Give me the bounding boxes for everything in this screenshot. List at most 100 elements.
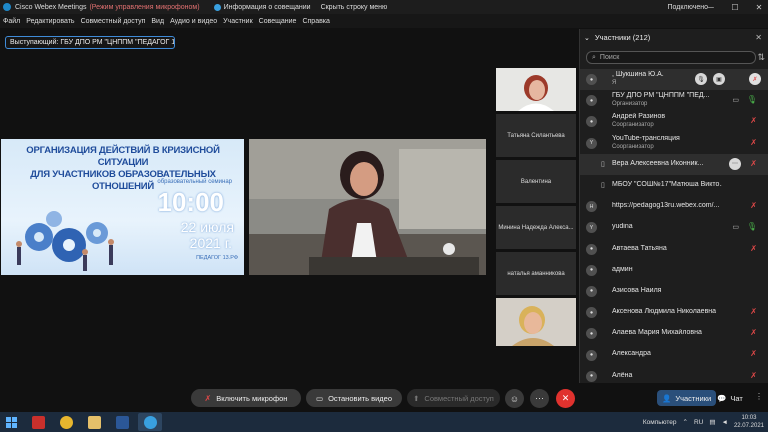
participants-tab-button[interactable]: 👤 Участники bbox=[657, 390, 717, 406]
participant-row[interactable]: ● админ bbox=[580, 260, 768, 281]
participant-row[interactable]: ● , Шукшина Ю.А. Я 🎙 ▣ ✗ bbox=[580, 69, 768, 91]
start-button[interactable] bbox=[0, 413, 22, 431]
taskbar-explorer[interactable] bbox=[82, 413, 106, 431]
hide-menu-button[interactable]: Скрыть строку меню bbox=[321, 4, 388, 11]
video-action-icon[interactable]: ▣ bbox=[713, 73, 725, 85]
language-indicator[interactable]: RU bbox=[694, 419, 703, 426]
participant-info: Александра bbox=[612, 350, 722, 358]
avatar: ● bbox=[586, 370, 597, 382]
mic-muted-icon[interactable]: ✗ bbox=[749, 73, 761, 85]
menu-view[interactable]: Вид bbox=[151, 18, 164, 25]
participants-tab-label: Участники bbox=[675, 393, 712, 403]
thumbnail-participant-3[interactable]: Валентина bbox=[496, 160, 576, 203]
participant-row[interactable]: ● Алаева Мария Михайловна ✗ bbox=[580, 323, 768, 344]
menu-meeting[interactable]: Совещание bbox=[259, 18, 297, 25]
participant-info: Автаева Татьяна bbox=[612, 245, 722, 253]
chat-tab-button[interactable]: 💬 Чат bbox=[712, 390, 748, 406]
mic-on-icon: 🎙︎ bbox=[746, 95, 757, 105]
participants-title: Участники (212) bbox=[594, 33, 651, 42]
taskbar-word[interactable] bbox=[110, 413, 134, 431]
close-window-button[interactable]: ✕ bbox=[754, 3, 764, 12]
webex-logo-icon bbox=[3, 3, 11, 11]
participant-row[interactable]: Y yudina ▭ 🎙︎ bbox=[580, 217, 768, 238]
menu-file[interactable]: Файл bbox=[3, 18, 20, 25]
network-icon[interactable]: ▤ bbox=[709, 418, 715, 426]
participant-row[interactable]: ● Александра ✗ bbox=[580, 344, 768, 365]
clock[interactable]: 10:03 22.07.2021 bbox=[734, 414, 764, 430]
meeting-info-button[interactable]: Информация о совещании bbox=[213, 3, 311, 11]
participant-row[interactable]: ▯ Вера Алексеевна Иконник... ⋯ ✗ bbox=[580, 153, 768, 175]
participant-row[interactable]: H https://pedagog13ru.webex.com/... ✗ bbox=[580, 196, 768, 217]
reactions-button[interactable]: ☺ bbox=[505, 389, 524, 408]
thumbnail-participant-5[interactable]: наталья аманникова bbox=[496, 252, 576, 295]
participant-row[interactable]: ● Алёна ✗ bbox=[580, 366, 768, 387]
mute-action-icon[interactable]: 🎙 bbox=[695, 73, 707, 85]
maximize-button[interactable]: ☐ bbox=[730, 3, 740, 12]
participant-name: Аксенова Людмила Николаевна bbox=[612, 308, 717, 316]
thumbnail-video-frame bbox=[496, 298, 576, 346]
camera-icon: ▭ bbox=[732, 224, 739, 232]
taskbar-webex[interactable] bbox=[138, 413, 162, 431]
title-bar: Cisco Webex Meetings (Режим управления м… bbox=[0, 0, 768, 14]
participant-name: ГБУ ДПО РМ "ЦНППМ "ПЕД... bbox=[612, 92, 710, 100]
more-options-icon[interactable]: ⋯ bbox=[729, 157, 741, 170]
menu-help[interactable]: Справка bbox=[302, 18, 329, 25]
info-icon bbox=[213, 3, 221, 11]
more-icon: ⋯ bbox=[535, 393, 544, 403]
participant-row[interactable]: ● Аксенова Людмила Николаевна ✗ bbox=[580, 302, 768, 323]
close-icon[interactable]: ✕ bbox=[755, 33, 762, 42]
thumbnail-video-6[interactable] bbox=[496, 298, 576, 346]
participant-row[interactable]: ● Андрей Разинов Соорганизатор ✗ bbox=[580, 111, 768, 132]
chevron-down-icon[interactable]: ⌄ bbox=[584, 34, 590, 42]
thumbnail-video-1[interactable] bbox=[496, 68, 576, 111]
windows-logo-icon bbox=[5, 416, 17, 428]
active-speaker-label[interactable]: Выступающий: ГБУ ДПО РМ "ЦНППМ "ПЕДАГОГ … bbox=[5, 36, 175, 49]
thumbnail-name: наталья аманникова bbox=[507, 270, 565, 277]
minimize-button[interactable]: ─ bbox=[706, 3, 716, 12]
participants-panel: ⌄ Участники (212) ✕ ⌕ Поиск ⇅ ● , Шукшин… bbox=[579, 29, 768, 383]
tray-expand-icon[interactable]: ⌃ bbox=[683, 418, 688, 426]
stop-video-label: Остановить видео bbox=[328, 393, 392, 403]
share-button[interactable]: ⬆ Совместный доступ bbox=[407, 389, 500, 407]
webex-window: Cisco Webex Meetings (Режим управления м… bbox=[0, 0, 768, 412]
more-options-button[interactable]: ⋯ bbox=[530, 389, 549, 408]
participant-info: МБОУ "СОШ№17"Матюша Викто... bbox=[612, 181, 722, 189]
participants-header[interactable]: ⌄ Участники (212) ✕ bbox=[580, 29, 768, 46]
menu-audio-video[interactable]: Аудио и видео bbox=[170, 18, 217, 25]
share-label: Совместный доступ bbox=[424, 393, 494, 403]
mic-muted-icon: ✗ bbox=[204, 393, 212, 403]
taskbar-chrome[interactable] bbox=[54, 413, 78, 431]
menu-edit[interactable]: Редактировать bbox=[26, 18, 74, 25]
sort-icon[interactable]: ⇅ bbox=[757, 52, 765, 63]
mic-muted-icon: ✗ bbox=[750, 243, 757, 253]
menu-bar: Файл Редактировать Совместный доступ Вид… bbox=[0, 14, 768, 28]
avatar: ● bbox=[586, 328, 597, 340]
unmute-button[interactable]: ✗ Включить микрофон bbox=[191, 389, 301, 407]
menu-share[interactable]: Совместный доступ bbox=[81, 18, 146, 25]
participant-search-input[interactable]: ⌕ Поиск bbox=[586, 51, 756, 64]
participant-row[interactable]: ▯ МБОУ "СОШ№17"Матюша Викто... bbox=[580, 175, 768, 196]
participant-name: Азисова Наиля bbox=[612, 286, 662, 294]
participant-info: yudina bbox=[612, 223, 722, 231]
clock-time: 10:03 bbox=[741, 415, 757, 421]
mic-muted-icon: ✗ bbox=[750, 307, 757, 317]
thumbnail-participant-2[interactable]: Татьяна Силантьева bbox=[496, 114, 576, 157]
avatar: ● bbox=[586, 95, 597, 107]
thumbnail-participant-4[interactable]: Минина Надежда Алекса... bbox=[496, 206, 576, 249]
leave-meeting-button[interactable]: ✕ bbox=[556, 389, 575, 408]
volume-icon[interactable]: ◄ bbox=[722, 419, 728, 426]
computer-label[interactable]: Компьютер bbox=[643, 419, 677, 426]
participant-row[interactable]: ● Автаева Татьяна ✗ bbox=[580, 239, 768, 260]
avatar: ● bbox=[586, 307, 597, 319]
avatar: ● bbox=[586, 74, 597, 86]
more-panels-icon[interactable]: ⋮ bbox=[755, 392, 763, 401]
taskbar-acrobat[interactable] bbox=[26, 413, 50, 431]
menu-participant[interactable]: Участник bbox=[223, 18, 253, 25]
slide-brand: ПЕДАГОГ 13.РФ bbox=[196, 255, 238, 261]
participant-list: ● , Шукшина Ю.А. Я 🎙 ▣ ✗ ● ГБУ ДПО РМ "Ц… bbox=[580, 69, 768, 387]
participant-row[interactable]: ● Азисова Наиля bbox=[580, 281, 768, 302]
shared-content-slide: ОРГАНИЗАЦИЯ ДЕЙСТВИЙ В КРИЗИСНОЙ СИТУАЦИ… bbox=[1, 139, 244, 275]
stop-video-button[interactable]: ▭ Остановить видео bbox=[306, 389, 402, 407]
participant-row[interactable]: Y YouTube-трансляция Соорганизатор ✗ bbox=[580, 133, 768, 154]
participant-row[interactable]: ● ГБУ ДПО РМ "ЦНППМ "ПЕД... Организатор … bbox=[580, 90, 768, 111]
